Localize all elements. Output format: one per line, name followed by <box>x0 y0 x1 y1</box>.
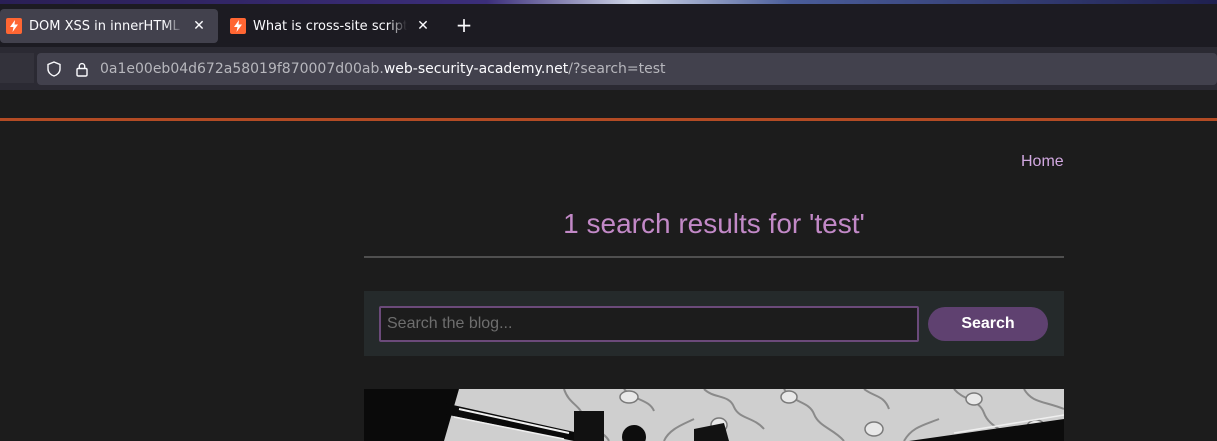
search-button[interactable]: Search <box>928 307 1048 341</box>
lightning-icon <box>230 18 246 34</box>
url-text[interactable]: 0a1e00eb04d672a58019f870007d00ab.web-sec… <box>100 61 666 77</box>
url-suffix: /?search=test <box>568 61 666 77</box>
blog-post-image[interactable] <box>364 389 1064 441</box>
close-icon[interactable]: ✕ <box>415 18 431 34</box>
tab-title: What is cross-site scripting (XSS) and h… <box>253 18 407 34</box>
tab-what-is-xss[interactable]: What is cross-site scripting (XSS) and h… <box>224 9 440 43</box>
search-results-heading: 1 search results for 'test' <box>563 208 865 239</box>
toolbar-button[interactable] <box>0 53 34 83</box>
shield-icon[interactable] <box>46 61 62 77</box>
heading-divider <box>364 256 1064 258</box>
navigation-bar: 0a1e00eb04d672a58019f870007d00ab.web-sec… <box>0 47 1217 90</box>
tab-bar: DOM XSS in innerHTML sink using source l… <box>0 4 1217 47</box>
search-input[interactable] <box>379 306 919 342</box>
page-header-strip <box>0 90 1217 118</box>
url-domain: web-security-academy.net <box>383 61 569 77</box>
web-page: Home 1 search results for 'test' Search <box>0 90 1217 441</box>
new-tab-button[interactable]: + <box>452 14 476 38</box>
search-panel: Search <box>364 291 1064 356</box>
lock-icon[interactable] <box>74 61 90 77</box>
header-accent-line <box>0 118 1217 121</box>
close-icon[interactable]: ✕ <box>191 18 207 34</box>
tab-dom-xss[interactable]: DOM XSS in innerHTML sink using source l… <box>0 9 218 43</box>
lightning-icon <box>6 18 22 34</box>
url-bar[interactable]: 0a1e00eb04d672a58019f870007d00ab.web-sec… <box>37 53 1217 85</box>
url-prefix: 0a1e00eb04d672a58019f870007d00ab. <box>100 61 384 77</box>
home-link[interactable]: Home <box>1021 153 1064 171</box>
tab-title: DOM XSS in innerHTML sink using source l… <box>29 18 183 34</box>
